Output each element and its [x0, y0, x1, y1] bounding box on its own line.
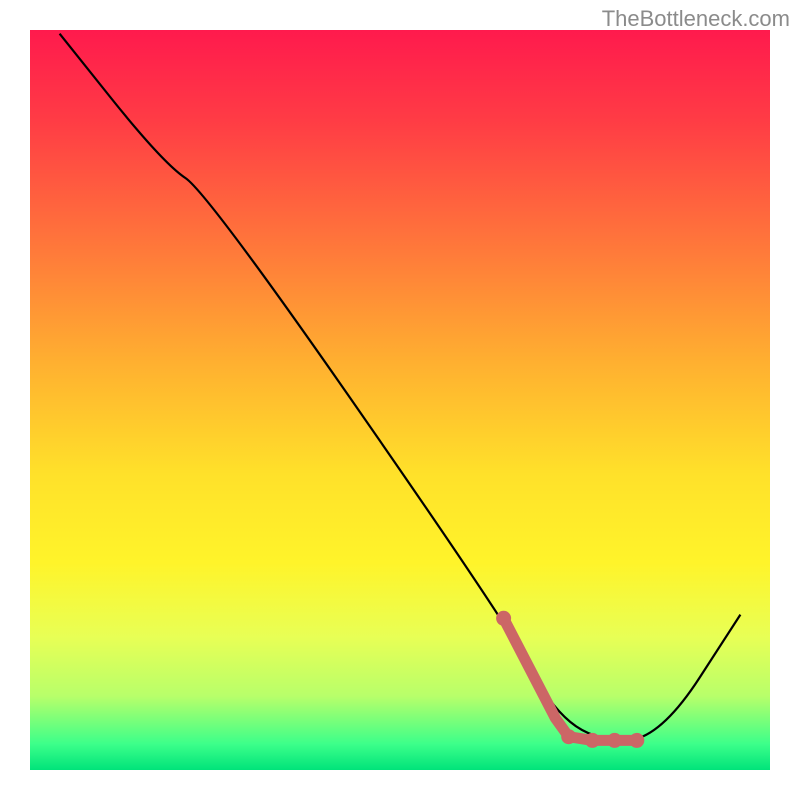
highlight-dot: [585, 733, 600, 748]
highlight-dot: [561, 729, 576, 744]
highlight-dot: [629, 733, 644, 748]
bottleneck-chart: [0, 0, 800, 800]
chart-container: TheBottleneck.com: [0, 0, 800, 800]
highlight-dot: [607, 733, 622, 748]
plot-background: [30, 30, 770, 770]
highlight-dot: [496, 611, 511, 626]
